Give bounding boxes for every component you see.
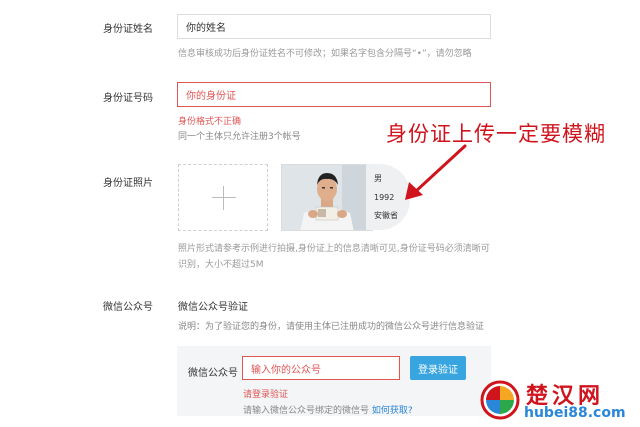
brand-domain: hubei88.com: [524, 405, 626, 421]
wechat-help: 请输入微信公众号绑定的微信号 如何获取?: [243, 403, 413, 416]
card-year: 1992: [374, 193, 395, 202]
wechat-account-placeholder: 输入你的公众号: [251, 364, 321, 376]
plus-icon-vertical: [223, 186, 224, 210]
id-number-placeholder: 你的身份证: [186, 91, 236, 102]
how-to-get-link[interactable]: 如何获取?: [372, 406, 413, 416]
annotation-arrow-icon: [405, 144, 467, 200]
wechat-description: 说明：为了验证您的身份，请使用主体已注册成功的微信公众号进行信息验证: [178, 322, 485, 332]
wechat-verify-panel: 微信公众号 输入你的公众号 登录验证 请登录验证 请输入微信公众号绑定的微信号 …: [177, 346, 491, 416]
card-gender: 男: [374, 174, 382, 183]
brand-logo-icon: [480, 380, 520, 420]
wechat-label: 微信公众号: [103, 302, 153, 313]
person-holding-id-illustration: [282, 165, 372, 230]
id-number-label: 身份证号码: [103, 93, 153, 104]
id-name-input[interactable]: 你的姓名: [177, 14, 491, 39]
id-photo-hint-line1: 照片形式请参考示例进行拍摄,身份证上的信息清晰可见,身份证号码必须清晰可: [178, 244, 490, 254]
id-photo-label: 身份证照片: [103, 178, 153, 189]
upload-box[interactable]: [178, 164, 268, 231]
wechat-title: 微信公众号验证: [178, 302, 248, 313]
wechat-help-text: 请输入微信公众号绑定的微信号: [243, 406, 370, 416]
id-number-input[interactable]: 你的身份证: [177, 82, 491, 107]
wechat-error: 请登录验证: [243, 390, 289, 400]
wechat-field-label: 微信公众号: [188, 368, 238, 379]
id-name-label: 身份证姓名: [103, 24, 153, 35]
login-verify-button[interactable]: 登录验证: [410, 356, 466, 380]
id-number-hint: 同一个主体只允许注册3个帐号: [178, 132, 301, 142]
wechat-account-input[interactable]: 输入你的公众号: [242, 356, 400, 380]
card-address: 安徽省: [374, 211, 398, 220]
id-name-placeholder: 你的姓名: [186, 23, 226, 34]
id-photo-hint-line2: 识别，大小不超过5M: [178, 260, 264, 270]
id-number-error: 身份格式不正确: [178, 117, 242, 127]
sample-id-photo: [281, 164, 373, 231]
id-name-hint: 信息审核成功后身份证姓名不可修改；如果名字包含分隔号“•”，请勿忽略: [178, 49, 472, 59]
plus-icon: [212, 197, 236, 198]
watermark-logo: 楚汉网 hubei88.com: [480, 378, 636, 424]
